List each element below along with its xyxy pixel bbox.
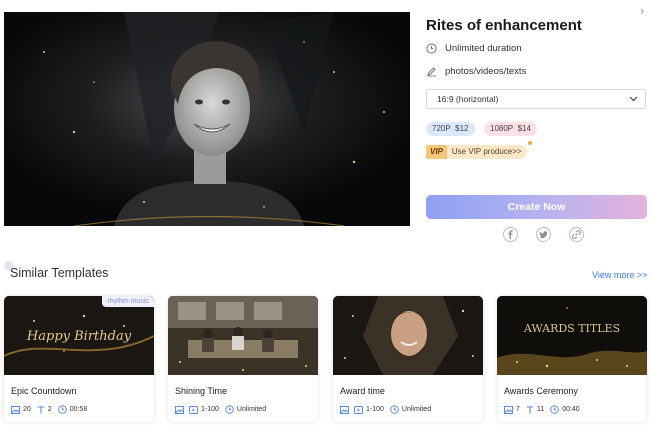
card-thumbnail: AWARDS TITLES	[497, 296, 647, 375]
media-range: 1-100	[201, 406, 219, 413]
thumbnail-caption: AWARDS TITLES	[523, 322, 620, 335]
price-chip-720p[interactable]: 720P $12	[426, 122, 475, 136]
duration-value: 00:40	[562, 406, 580, 413]
duration-row: Unlimited duration	[426, 43, 522, 54]
clock-icon	[390, 405, 399, 414]
chevron-down-icon	[629, 96, 638, 102]
aspect-ratio-value: 16:9 (horizontal)	[437, 94, 499, 104]
facebook-icon[interactable]	[503, 227, 518, 242]
card-stats: 1-100 Unlimited	[340, 405, 437, 414]
template-title: Rites of enhancement	[426, 17, 582, 34]
photo-icon	[504, 405, 513, 414]
photo-icon	[11, 405, 20, 414]
template-card-award-time[interactable]: Award time 1-100 Unlimited	[333, 296, 483, 422]
rhythm-music-badge: rhythm music	[102, 296, 154, 307]
price-chip-1080p[interactable]: 1080P $14	[484, 122, 537, 136]
photo-icon	[340, 405, 349, 414]
aspect-ratio-select[interactable]: 16:9 (horizontal)	[426, 89, 646, 109]
twitter-icon[interactable]	[536, 227, 551, 242]
media-row: photos/videos/texts	[426, 66, 526, 77]
chevron-right-icon[interactable]: ›	[640, 3, 644, 18]
duration-text: Unlimited duration	[445, 43, 522, 54]
vip-badge: VIP	[426, 145, 447, 159]
duration-value: Unlimited	[401, 406, 432, 413]
text-icon	[526, 405, 533, 413]
clock-icon	[225, 405, 234, 414]
vip-dot-icon	[528, 141, 532, 145]
clock-icon	[550, 405, 559, 414]
card-stats: 1-100 Unlimited	[175, 405, 272, 414]
price-value: $12	[455, 124, 469, 133]
vip-produce-link[interactable]: VIP Use VIP produce>>	[426, 145, 527, 159]
card-title: Awards Ceremony	[504, 386, 578, 396]
text-count: 11	[536, 406, 545, 413]
photo-count: 20	[23, 406, 31, 413]
media-range: 1-100	[366, 406, 384, 413]
edit-icon	[427, 67, 436, 77]
template-card-epic-countdown[interactable]: Happy Birthday rhythm music Epic Countdo…	[4, 296, 154, 422]
video-icon	[189, 405, 198, 414]
card-title: Award time	[340, 386, 385, 396]
card-stats: 20 2 00:58	[11, 405, 93, 414]
price-value: $14	[517, 124, 531, 133]
text-count: 2	[47, 406, 52, 413]
vip-text: Use VIP produce>>	[446, 145, 527, 159]
video-icon	[354, 405, 363, 414]
price-resolution: 1080P	[490, 124, 514, 133]
create-now-button[interactable]: Create Now	[426, 195, 647, 219]
price-resolution: 720P	[432, 124, 451, 133]
template-card-awards-ceremony[interactable]: AWARDS TITLES Awards Ceremony 7 11 00:40	[497, 296, 647, 422]
view-more-link[interactable]: View more >>	[592, 270, 647, 280]
card-thumbnail	[333, 296, 483, 375]
duration-value: 00:58	[69, 406, 88, 413]
card-title: Epic Countdown	[11, 386, 77, 396]
card-thumbnail	[168, 296, 318, 375]
card-title: Shining Time	[175, 386, 228, 396]
hero-preview[interactable]	[4, 12, 410, 226]
clock-icon	[57, 405, 67, 414]
photo-count: 7	[516, 406, 520, 413]
link-icon[interactable]	[569, 227, 584, 242]
card-stats: 7 11 00:40	[504, 405, 586, 414]
template-card-shining-time[interactable]: Shining Time 1-100 Unlimited	[168, 296, 318, 422]
text-icon	[37, 405, 44, 413]
duration-value: Unlimited	[236, 406, 267, 413]
media-text: photos/videos/texts	[445, 66, 527, 77]
thumbnail-caption: Happy Birthday	[26, 329, 132, 344]
card-thumbnail: Happy Birthday rhythm music	[4, 296, 154, 375]
photo-icon	[175, 405, 184, 414]
clock-icon	[426, 43, 437, 54]
similar-templates-heading: Similar Templates	[10, 266, 109, 280]
hero-portrait-image	[4, 12, 410, 226]
